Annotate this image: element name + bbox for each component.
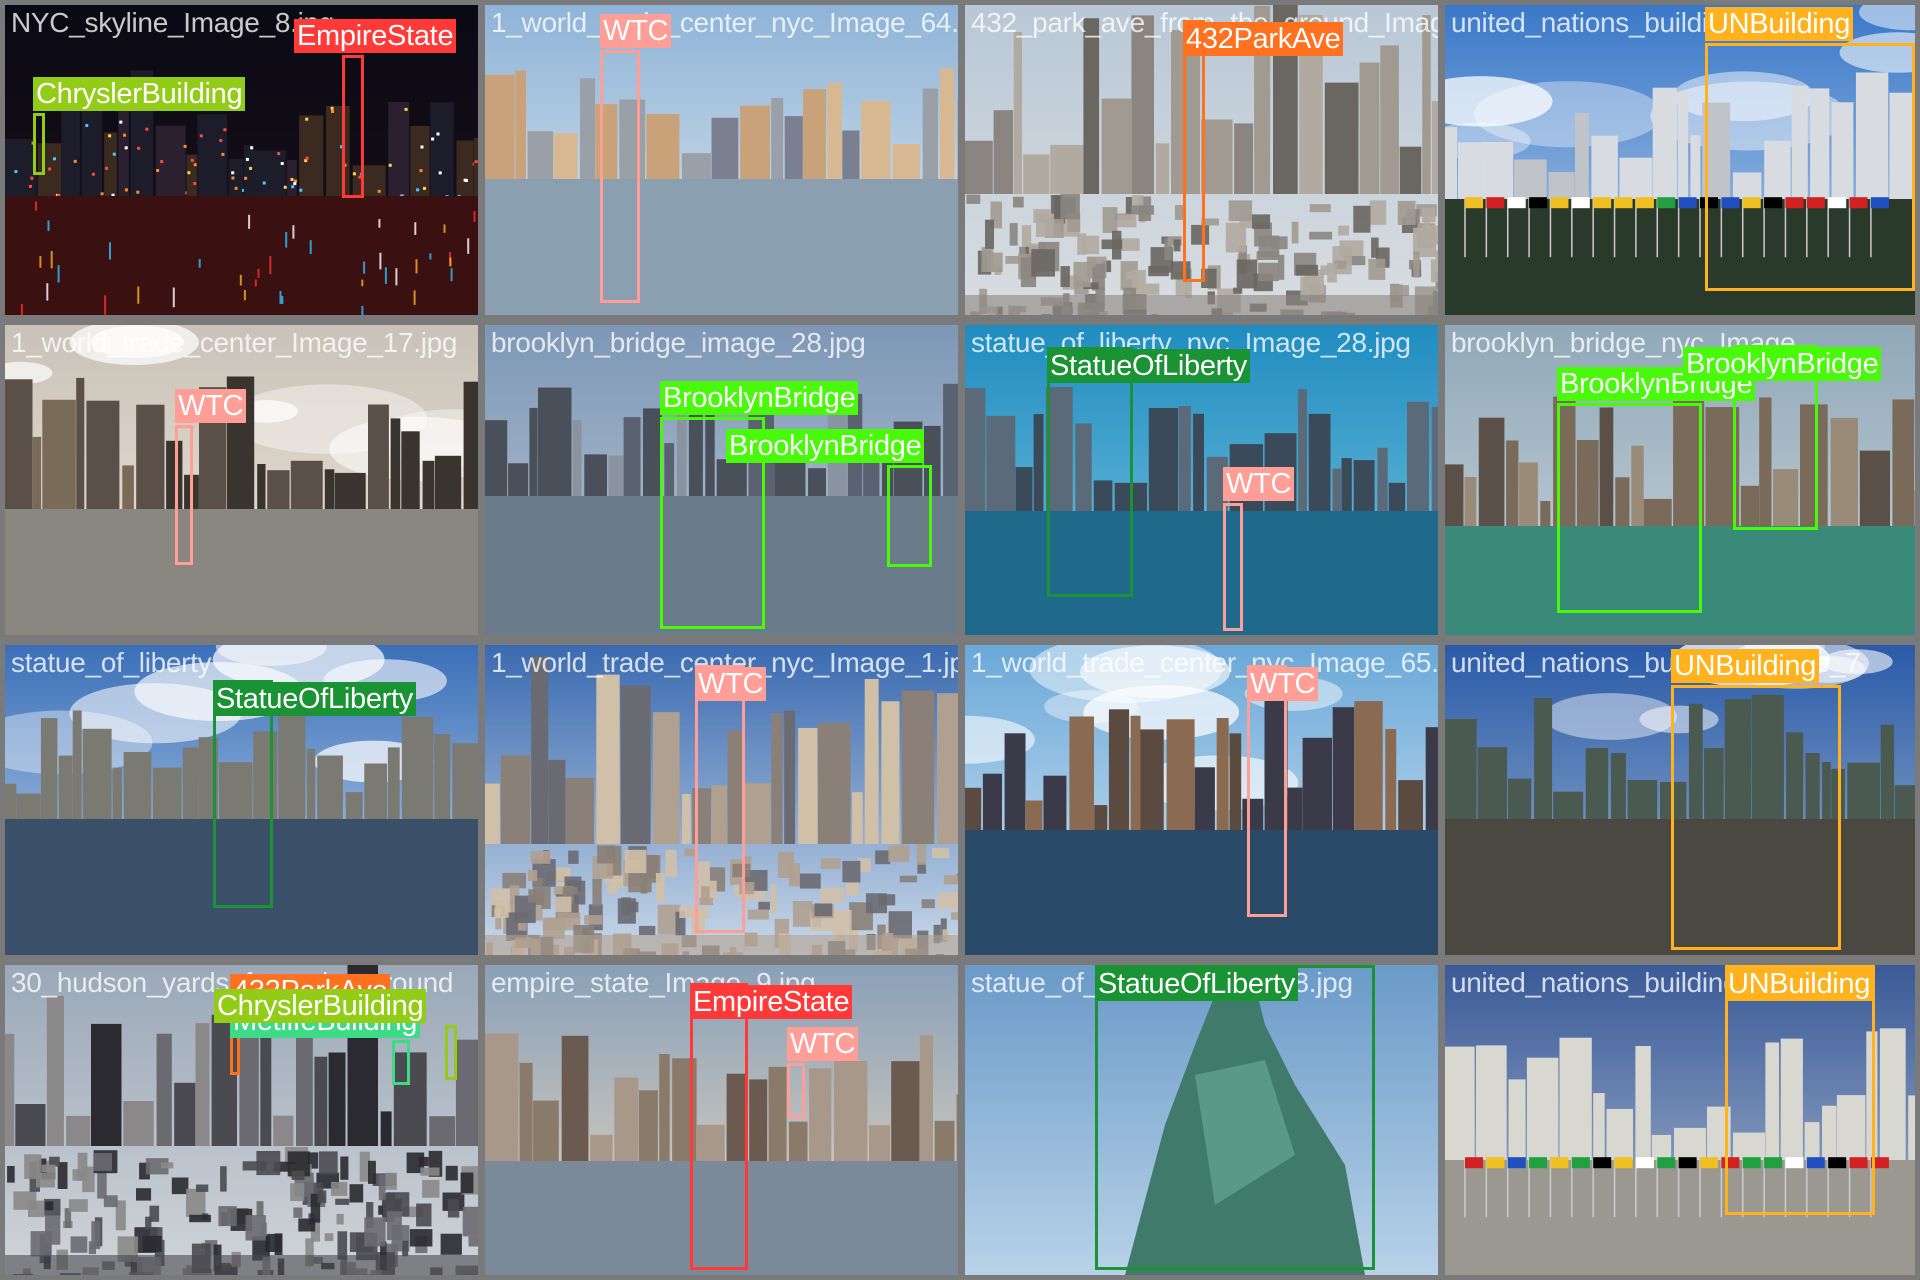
detection-box (1725, 965, 1875, 1215)
detection-label: StatueOfLiberty (213, 682, 416, 716)
image-tile: NYC_skyline_Image_8.jpg EmpireState Chrysl… (5, 5, 478, 315)
detection-label: StatueOfLiberty (1095, 967, 1298, 1001)
detection-box (175, 425, 193, 565)
image-tile: united_nations_building_Image_4 UNBuildin… (1445, 965, 1915, 1275)
image-tile: statue_of_liberty_nyc_Image_28.jpg Statue… (965, 325, 1438, 635)
image-tile: brooklyn_bridge_image_28.jpg BrooklynBrid… (485, 325, 958, 635)
detection-box (690, 983, 748, 1270)
detection-box (1705, 43, 1915, 291)
detection-label: WTC (600, 14, 672, 48)
detection-box (1095, 965, 1375, 1270)
image-tile: statue_of_liberty StatueOfLiberty (5, 645, 478, 955)
detection-label: StatueOfLiberty (1047, 349, 1250, 383)
detection-label: BrooklynBridge (660, 381, 859, 415)
image-filename: brooklyn_bridge_image_28.jpg (491, 327, 866, 358)
image-tile: 1_world_trade_center_nyc_Image_64.jpg WTC (485, 5, 958, 315)
image-tile: empire_state_Image_9.jpg EmpireState WTC (485, 965, 958, 1275)
photo (485, 5, 958, 315)
detection-box (887, 465, 932, 567)
detection-label: WTC (695, 667, 767, 701)
detection-label: ChryslerBuilding (33, 77, 246, 111)
detection-label: EmpireState (690, 985, 853, 1019)
image-filename: 1_world_trade_center_nyc_Image_65.jpg (971, 647, 1438, 678)
image-tile: brooklyn_bridge_nyc_Image_ BrooklynBridge… (1445, 325, 1915, 635)
detection-label: WTC (1247, 667, 1319, 701)
detection-label: UNBuilding (1705, 7, 1854, 41)
detection-label: 432ParkAve (1183, 22, 1344, 56)
detection-box (1047, 347, 1133, 597)
detection-mosaic: NYC_skyline_Image_8.jpg EmpireState Chrysl… (0, 0, 1920, 1280)
detection-box (392, 1040, 410, 1085)
detection-box (695, 665, 745, 933)
detection-label: BrooklynBridge (726, 429, 925, 463)
detection-label: EmpireState (294, 19, 457, 53)
image-tile: 1_world_trade_center_nyc_Image_1.jpg WTC (485, 645, 958, 955)
photo (965, 645, 1438, 955)
detection-box (1223, 503, 1243, 631)
image-tile: united_nations_building_Image_7 UNBuildin… (1445, 645, 1915, 955)
detection-box (600, 50, 640, 303)
image-tile: 1_world_trade_center_nyc_Image_65.jpg WTC (965, 645, 1438, 955)
image-tile: statue_of_liberty_Image_28.jpgStatueOfLi… (965, 965, 1438, 1275)
image-filename: statue_of_liberty (11, 647, 212, 678)
detection-box (1247, 665, 1287, 917)
detection-box (1557, 403, 1702, 613)
detection-box (445, 1025, 457, 1080)
image-filename: 1_world_trade_center_nyc_Image_64.jpg (491, 7, 958, 38)
detection-box (342, 55, 364, 198)
image-tile: 432_park_ave_from_the_ground_Image_15.jp… (965, 5, 1438, 315)
detection-box (1671, 685, 1841, 950)
detection-label: WTC (787, 1027, 859, 1061)
detection-label: WTC (1223, 467, 1295, 501)
detection-box (1183, 20, 1205, 282)
photo (5, 325, 478, 635)
detection-box (787, 1063, 805, 1118)
image-tile: united_nations_building_Image_ UNBuilding (1445, 5, 1915, 315)
image-filename: 1_world_trade_center_Image_17.jpg (11, 327, 458, 358)
detection-label: ChryslerBuilding (214, 989, 427, 1023)
detection-label: UNBuilding (1671, 649, 1820, 683)
image-filename: NYC_skyline_Image_8.jpg (11, 7, 335, 38)
image-tile: 1_world_trade_center_Image_17.jpg WTC (5, 325, 478, 635)
detection-box (33, 113, 45, 175)
detection-label: UNBuilding (1725, 967, 1874, 1001)
image-tile: 30_hudson_yards_from_the_ground432ParkAv… (5, 965, 478, 1275)
detection-label: BrooklynBridge (1683, 347, 1882, 381)
detection-label: WTC (175, 389, 247, 423)
